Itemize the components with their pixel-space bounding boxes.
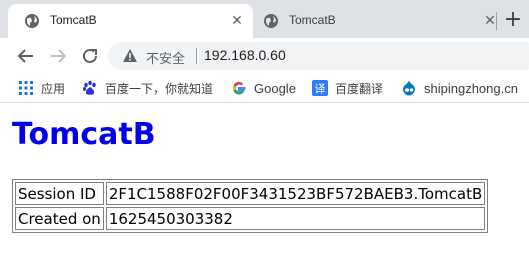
security-status[interactable]: 不安全 — [146, 48, 185, 67]
bookmark-baidu[interactable]: 百度一下，你就知道 — [82, 79, 213, 97]
baidu-paw-icon — [83, 80, 96, 95]
forward-arrow-icon — [51, 49, 67, 63]
apps-grid-icon — [19, 81, 33, 95]
baidu-translate-icon: 译 — [312, 80, 328, 96]
bookmark-label: 百度翻译 — [335, 81, 384, 96]
tab-inactive[interactable]: TomcatB ✕ — [253, 4, 498, 38]
svg-text:译: 译 — [315, 83, 326, 96]
url-text[interactable]: 192.168.0.60 — [204, 47, 286, 63]
bookmark-label: shipingzhong.cn — [424, 80, 518, 96]
globe-icon — [264, 14, 278, 28]
back-button[interactable] — [14, 44, 38, 68]
created-on-value: 1625450303382 — [105, 207, 486, 230]
new-tab-plus-icon[interactable]: + — [503, 8, 523, 32]
warning-triangle-icon[interactable] — [122, 48, 138, 64]
toolbar: 不安全 192.168.0.60 — [0, 38, 529, 74]
address-bar[interactable]: 不安全 192.168.0.60 — [108, 42, 529, 70]
bookmark-google[interactable]: Google — [231, 79, 296, 97]
page-title: TomcatB — [12, 117, 156, 152]
bookmark-shipingzhong[interactable]: shipingzhong.cn — [401, 79, 518, 97]
tab-title: TomcatB — [289, 13, 336, 27]
session-table: Session ID 2F1C1588F02F00F3431523BF572BA… — [12, 179, 489, 233]
close-icon[interactable]: ✕ — [229, 13, 245, 29]
google-g-icon — [232, 81, 246, 95]
back-arrow-icon — [17, 49, 33, 63]
session-id-value: 2F1C1588F02F00F3431523BF572BAEB3.TomcatB — [105, 182, 486, 205]
bookmark-label: 百度一下，你就知道 — [105, 81, 214, 96]
table-row: Created on 1625450303382 — [15, 207, 486, 230]
session-id-label: Session ID — [15, 182, 104, 205]
reload-button[interactable] — [78, 44, 102, 68]
bookmark-baidu-translate[interactable]: 译 百度翻译 — [312, 79, 383, 97]
globe-icon — [25, 14, 39, 28]
bookmarks-bar: 应用 百度一下，你就知道 Google 译 百度翻译 shipingzhong.… — [0, 74, 529, 103]
tab-strip: TomcatB ✕ TomcatB ✕ + — [0, 0, 529, 38]
created-on-label: Created on — [15, 207, 104, 230]
drupal-drop-icon — [403, 80, 415, 96]
forward-button[interactable] — [46, 44, 70, 68]
tab-title: TomcatB — [50, 13, 97, 27]
bookmark-label: 应用 — [41, 81, 66, 96]
bookmark-label: Google — [254, 80, 296, 96]
tab-active[interactable]: TomcatB ✕ — [8, 4, 253, 38]
bookmark-apps[interactable]: 应用 — [18, 79, 65, 97]
table-row: Session ID 2F1C1588F02F00F3431523BF572BA… — [15, 182, 486, 205]
omnibox-divider — [196, 48, 197, 64]
reload-icon — [83, 48, 97, 63]
tab-divider — [496, 12, 497, 30]
page-content: TomcatB Session ID 2F1C1588F02F00F343152… — [0, 103, 529, 263]
